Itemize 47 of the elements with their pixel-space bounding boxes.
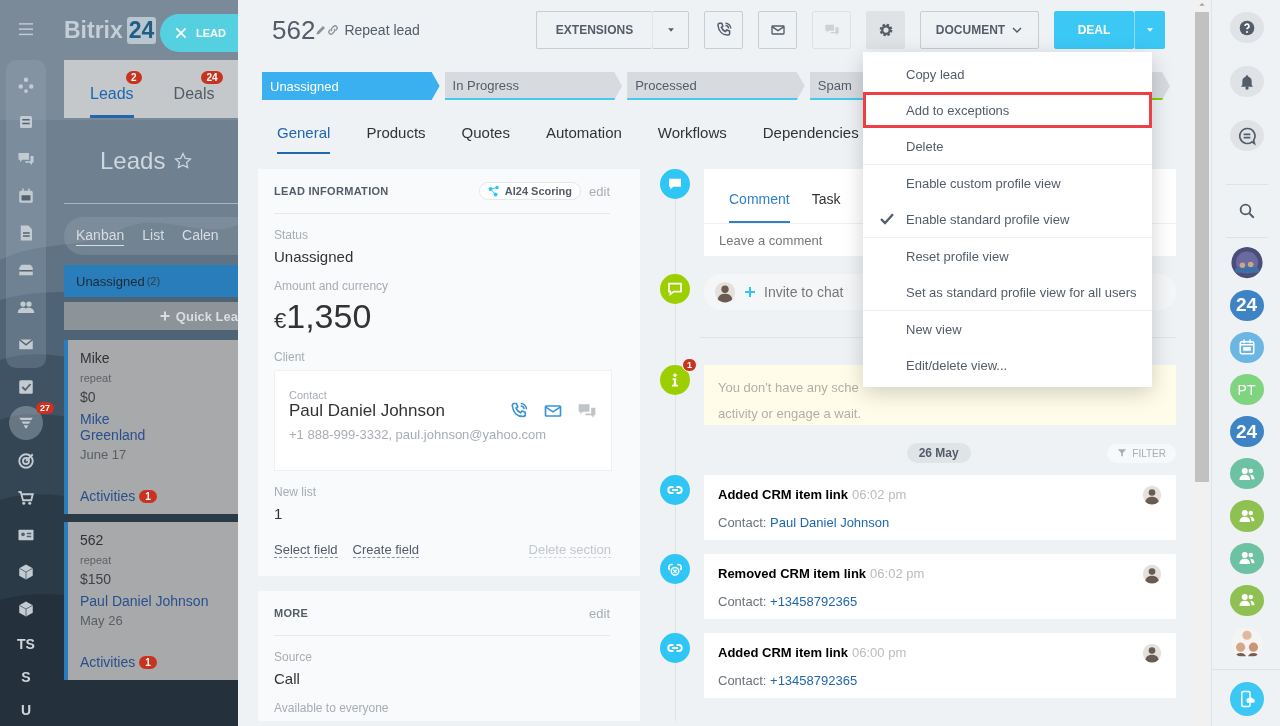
currency-symbol: € [274, 308, 287, 334]
field-label: Source [274, 650, 314, 664]
card-title: 562 [80, 532, 104, 548]
entry-time: 06:00 pm [852, 645, 907, 660]
amount-value: 1,350 [286, 297, 372, 336]
count-badge: 1 [139, 655, 157, 669]
card-date: May 26 [80, 613, 123, 628]
logo-text: Bitrix [64, 16, 123, 44]
entry-label: Contact: [718, 515, 767, 530]
entry-title: Removed CRM item link [718, 566, 867, 581]
entry-title: Added CRM item link [718, 645, 848, 660]
column-count: (2) [146, 275, 161, 287]
notice-text: You don't have any sche [718, 379, 860, 397]
field-label: Available to everyone [274, 701, 390, 715]
section-title: MORE [274, 607, 309, 619]
field-value: Call [274, 670, 301, 687]
card-title: Mike [80, 350, 110, 366]
contact-name: Paul Daniel Johnson [289, 401, 445, 421]
field-label: Client [274, 350, 306, 364]
count-badge: 1 [682, 358, 697, 372]
card-amount: $150 [80, 571, 112, 587]
entry-time: 06:02 pm [852, 487, 907, 502]
contact-label: Contact [289, 389, 328, 401]
field-value: 1 [274, 505, 284, 522]
lead-subtitle: Repeat lead [344, 22, 420, 38]
field-value: Unassigned [274, 248, 355, 265]
entry-label: Contact: [718, 673, 767, 688]
column-title: Unassigned [76, 273, 145, 289]
date-label: 26 May [906, 443, 971, 463]
section-title: LEAD INFORMATION [274, 185, 389, 197]
page-title: Leads [100, 146, 166, 175]
entry-title: Added CRM item link [718, 487, 848, 502]
entry-label: Contact: [718, 594, 767, 609]
card-date: June 17 [80, 447, 127, 462]
card-subtitle: repeat [80, 554, 112, 566]
card-subtitle: repeat [80, 372, 112, 384]
field-label: Amount and currency [274, 279, 390, 293]
lead-number: 562 [272, 14, 316, 46]
contact-details: +1 888-999-3332, paul.johnson@yahoo.com [289, 427, 548, 442]
entry-time: 06:02 pm [870, 566, 925, 581]
field-label: New list [274, 485, 317, 499]
card-amount: $0 [80, 389, 96, 405]
field-label: Status [274, 228, 310, 242]
notice-text: activity or engage a wait. [718, 405, 863, 423]
count-badge: 2 [126, 71, 142, 84]
count-badge: 1 [139, 489, 157, 503]
count-badge: 24 [201, 71, 223, 84]
